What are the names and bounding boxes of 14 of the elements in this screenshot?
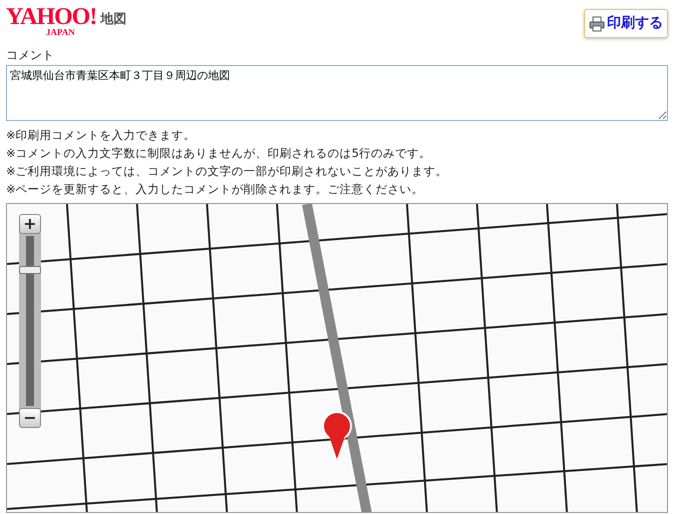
note-text: ※コメントの入力文字数に制限はありませんが、印刷されるのは5行のみです。 [6, 145, 432, 162]
logo-text: YAHOO! [6, 6, 96, 28]
service-name: 地図 [100, 11, 126, 29]
comment-field[interactable]: 宮城県仙台市青葉区本町３丁目９周辺の地図 [6, 65, 668, 121]
comment-label: コメント [6, 47, 55, 64]
zoom-in-button[interactable]: + [19, 214, 41, 234]
zoom-slider-thumb[interactable] [19, 266, 41, 274]
note-text: ※印刷用コメントを入力できます。 [6, 127, 197, 144]
zoom-out-button[interactable]: − [19, 408, 41, 428]
logo-subtext: JAPAN [46, 28, 76, 37]
printer-icon [589, 16, 605, 32]
note-text: ※ページを更新すると、入力したコメントが削除されます。ご注意ください。 [6, 181, 425, 198]
note-text: ※ご利用環境によっては、コメントの文字の一部が印刷されないことがあります。 [6, 163, 449, 180]
print-button[interactable]: 印刷する [584, 9, 668, 38]
